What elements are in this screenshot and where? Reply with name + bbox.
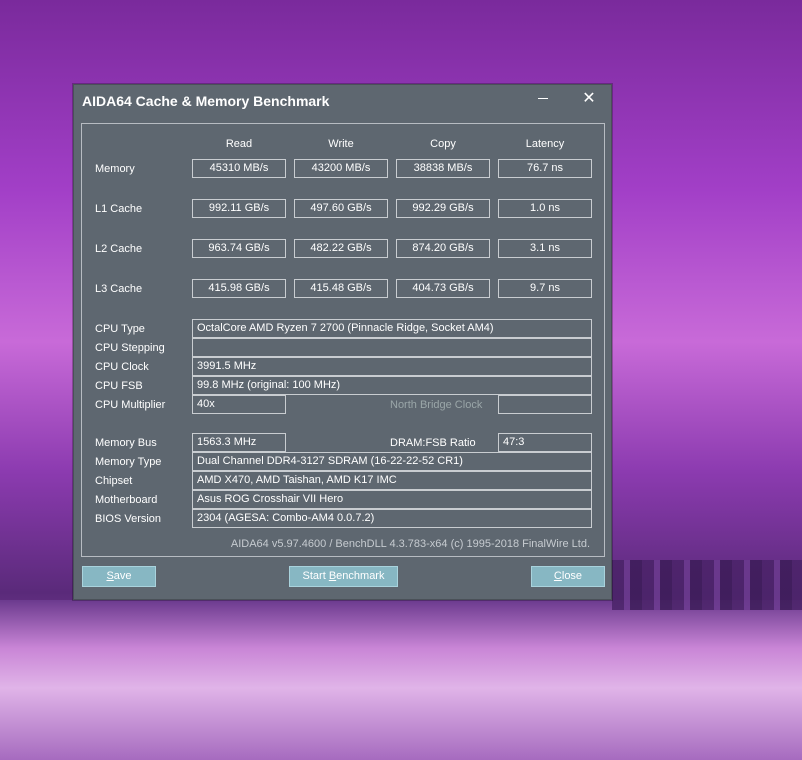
close-window-button[interactable]: ✕	[566, 85, 612, 115]
cpu-multiplier-label: CPU Multiplier	[95, 399, 166, 411]
column-header-copy: Copy	[430, 138, 456, 150]
memory-copy-value: 38838 MB/s	[396, 159, 490, 178]
copyright-footer: AIDA64 v5.97.4600 / BenchDLL 4.3.783-x64…	[230, 538, 590, 550]
memory-write-value: 43200 MB/s	[294, 159, 388, 178]
bios-version-value: 2304 (AGESA: Combo-AM4 0.0.7.2)	[192, 509, 592, 528]
cpu-type-value: OctalCore AMD Ryzen 7 2700 (Pinnacle Rid…	[192, 319, 592, 338]
start-label-pre: Start	[302, 570, 329, 582]
dram-fsb-ratio-value: 47:3	[498, 433, 592, 452]
cpu-type-label: CPU Type	[95, 323, 145, 335]
l1-latency-value: 1.0 ns	[498, 199, 592, 218]
memory-bus-value: 1563.3 MHz	[192, 433, 286, 452]
cpu-fsb-label: CPU FSB	[95, 380, 143, 392]
memory-type-label: Memory Type	[95, 456, 162, 468]
cpu-clock-value: 3991.5 MHz	[192, 357, 592, 376]
memory-read-value: 45310 MB/s	[192, 159, 286, 178]
start-label-rest: enchmark	[336, 570, 385, 582]
cpu-clock-label: CPU Clock	[95, 361, 149, 373]
memory-latency-value: 76.7 ns	[498, 159, 592, 178]
title-bar[interactable]: AIDA64 Cache & Memory Benchmark ✕	[74, 85, 611, 117]
window-title: AIDA64 Cache & Memory Benchmark	[82, 93, 330, 109]
column-header-read: Read	[225, 138, 253, 150]
cpu-stepping-label: CPU Stepping	[95, 342, 165, 354]
l1-write-value: 497.60 GB/s	[294, 199, 388, 218]
row-label-l2-cache: L2 Cache	[95, 243, 143, 255]
start-benchmark-button[interactable]: Start Benchmark	[289, 566, 398, 587]
dram-fsb-ratio-label: DRAM:FSB Ratio	[390, 437, 476, 449]
close-accel: C	[553, 570, 562, 582]
l2-read-value: 963.74 GB/s	[192, 239, 286, 258]
cpu-stepping-value	[192, 338, 592, 357]
l1-copy-value: 992.29 GB/s	[396, 199, 490, 218]
motherboard-value: Asus ROG Crosshair VII Hero	[192, 490, 592, 509]
row-label-l3-cache: L3 Cache	[95, 283, 143, 295]
save-accel: S	[106, 570, 114, 582]
l3-copy-value: 404.73 GB/s	[396, 279, 490, 298]
north-bridge-clock-label: North Bridge Clock	[390, 399, 483, 411]
l3-write-value: 415.48 GB/s	[294, 279, 388, 298]
memory-type-value: Dual Channel DDR4-3127 SDRAM (16-22-22-5…	[192, 452, 592, 471]
close-button[interactable]: Close	[531, 566, 605, 587]
memory-bus-label: Memory Bus	[95, 437, 157, 449]
row-label-memory: Memory	[95, 163, 135, 175]
row-label-l1-cache: L1 Cache	[95, 203, 143, 215]
water-reflection	[0, 600, 802, 760]
cpu-fsb-value: 99.8 MHz (original: 100 MHz)	[192, 376, 592, 395]
close-label: lose	[561, 570, 583, 582]
motherboard-label: Motherboard	[95, 494, 158, 506]
l1-read-value: 992.11 GB/s	[192, 199, 286, 218]
save-label: ave	[113, 570, 132, 582]
l2-copy-value: 874.20 GB/s	[396, 239, 490, 258]
l2-write-value: 482.22 GB/s	[294, 239, 388, 258]
l2-latency-value: 3.1 ns	[498, 239, 592, 258]
cpu-multiplier-value: 40x	[192, 395, 286, 414]
column-header-latency: Latency	[525, 138, 565, 150]
results-panel: Read Write Copy Latency Memory 45310 MB/…	[81, 123, 605, 557]
close-icon: ✕	[582, 90, 596, 107]
chipset-label: Chipset	[95, 475, 133, 487]
minimize-icon	[538, 98, 548, 100]
column-header-write: Write	[328, 138, 354, 150]
minimize-button[interactable]	[520, 85, 566, 115]
l3-latency-value: 9.7 ns	[498, 279, 592, 298]
save-button[interactable]: Save	[82, 566, 156, 587]
city-skyline	[612, 560, 802, 610]
l3-read-value: 415.98 GB/s	[192, 279, 286, 298]
chipset-value: AMD X470, AMD Taishan, AMD K17 IMC	[192, 471, 592, 490]
bios-version-label: BIOS Version	[95, 513, 162, 525]
north-bridge-clock-value	[498, 395, 592, 414]
benchmark-window: AIDA64 Cache & Memory Benchmark ✕ Read W…	[73, 84, 612, 600]
